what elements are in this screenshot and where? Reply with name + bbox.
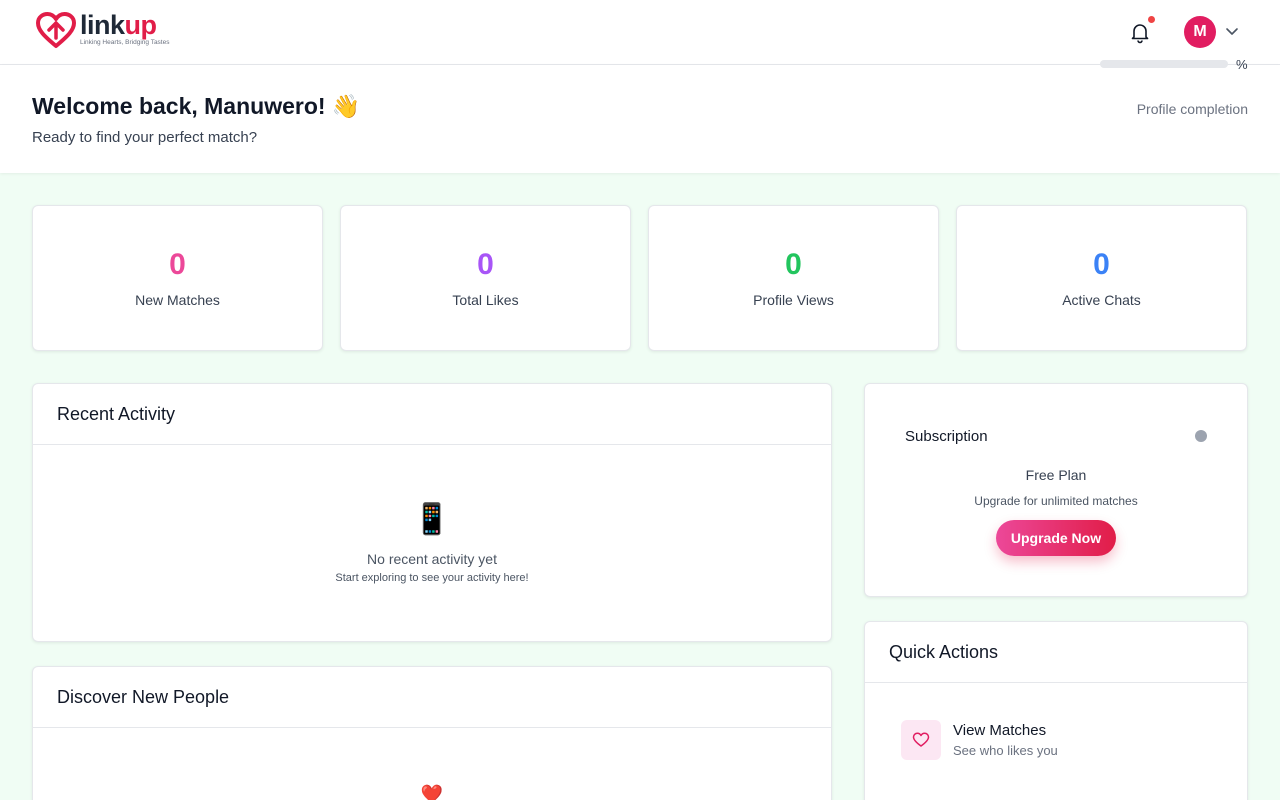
stat-card-new-matches[interactable]: 0 New Matches bbox=[32, 205, 323, 351]
stat-card-total-likes[interactable]: 0 Total Likes bbox=[340, 205, 631, 351]
stat-label: Total Likes bbox=[452, 292, 519, 308]
quick-action-view-matches[interactable]: View Matches See who likes you bbox=[901, 720, 1058, 760]
profile-completion-label: Profile completion bbox=[1136, 101, 1248, 117]
welcome-title: Welcome back, Manuwero! 👋 bbox=[32, 93, 361, 119]
logo-word-part1: link bbox=[80, 10, 125, 40]
welcome-section: Welcome back, Manuwero! 👋 Ready to find … bbox=[0, 65, 1280, 173]
quick-action-subtitle: See who likes you bbox=[953, 743, 1058, 758]
quick-action-title: View Matches bbox=[953, 722, 1047, 739]
subscription-plan: Free Plan bbox=[1025, 467, 1087, 483]
recent-activity-title: Recent Activity bbox=[33, 384, 831, 445]
quick-actions-title: Quick Actions bbox=[865, 622, 1247, 683]
linkup-logo[interactable]: linkup Linking Hearts, Bridging Tastes bbox=[36, 12, 169, 50]
stat-card-active-chats[interactable]: 0 Active Chats bbox=[956, 205, 1247, 351]
stat-label: New Matches bbox=[135, 292, 220, 308]
stat-value: 0 bbox=[477, 248, 494, 281]
subscription-title: Subscription bbox=[905, 428, 988, 445]
stat-label: Profile Views bbox=[753, 292, 834, 308]
mobile-phone-icon: 📱 bbox=[413, 503, 451, 536]
discover-title: Discover New People bbox=[33, 667, 831, 728]
logo-word-part2: up bbox=[124, 10, 158, 40]
quick-actions-panel: Quick Actions View Matches See who likes… bbox=[864, 621, 1248, 800]
subscription-status-dot bbox=[1195, 430, 1207, 442]
notification-badge bbox=[1148, 16, 1155, 23]
discover-panel: Discover New People ❤️ bbox=[32, 666, 832, 800]
notification-bell-icon[interactable] bbox=[1128, 20, 1152, 44]
stat-card-profile-views[interactable]: 0 Profile Views bbox=[648, 205, 939, 351]
heart-icon bbox=[901, 720, 941, 760]
profile-completion-bar bbox=[1100, 60, 1228, 68]
heart-icon: ❤️ bbox=[420, 784, 444, 800]
top-navigation-bar: linkup Linking Hearts, Bridging Tastes M bbox=[0, 0, 1280, 65]
stat-value: 0 bbox=[169, 248, 186, 281]
empty-state-subtitle: Start exploring to see your activity her… bbox=[335, 572, 529, 584]
stat-label: Active Chats bbox=[1062, 292, 1141, 308]
user-avatar[interactable]: M bbox=[1184, 16, 1216, 48]
chevron-down-icon[interactable] bbox=[1225, 26, 1239, 36]
empty-state-title: No recent activity yet bbox=[367, 551, 497, 567]
profile-completion-value: % bbox=[1236, 57, 1248, 72]
stat-value: 0 bbox=[1093, 248, 1110, 281]
welcome-subtitle: Ready to find your perfect match? bbox=[32, 129, 258, 146]
upgrade-now-button[interactable]: Upgrade Now bbox=[996, 520, 1116, 556]
heart-link-logo-icon bbox=[36, 12, 76, 48]
subscription-note: Upgrade for unlimited matches bbox=[974, 494, 1138, 508]
stat-value: 0 bbox=[785, 248, 802, 281]
subscription-panel: Subscription Free Plan Upgrade for unlim… bbox=[864, 383, 1248, 597]
logo-tagline: Linking Hearts, Bridging Tastes bbox=[80, 39, 170, 46]
recent-activity-panel: Recent Activity 📱 No recent activity yet… bbox=[32, 383, 832, 642]
